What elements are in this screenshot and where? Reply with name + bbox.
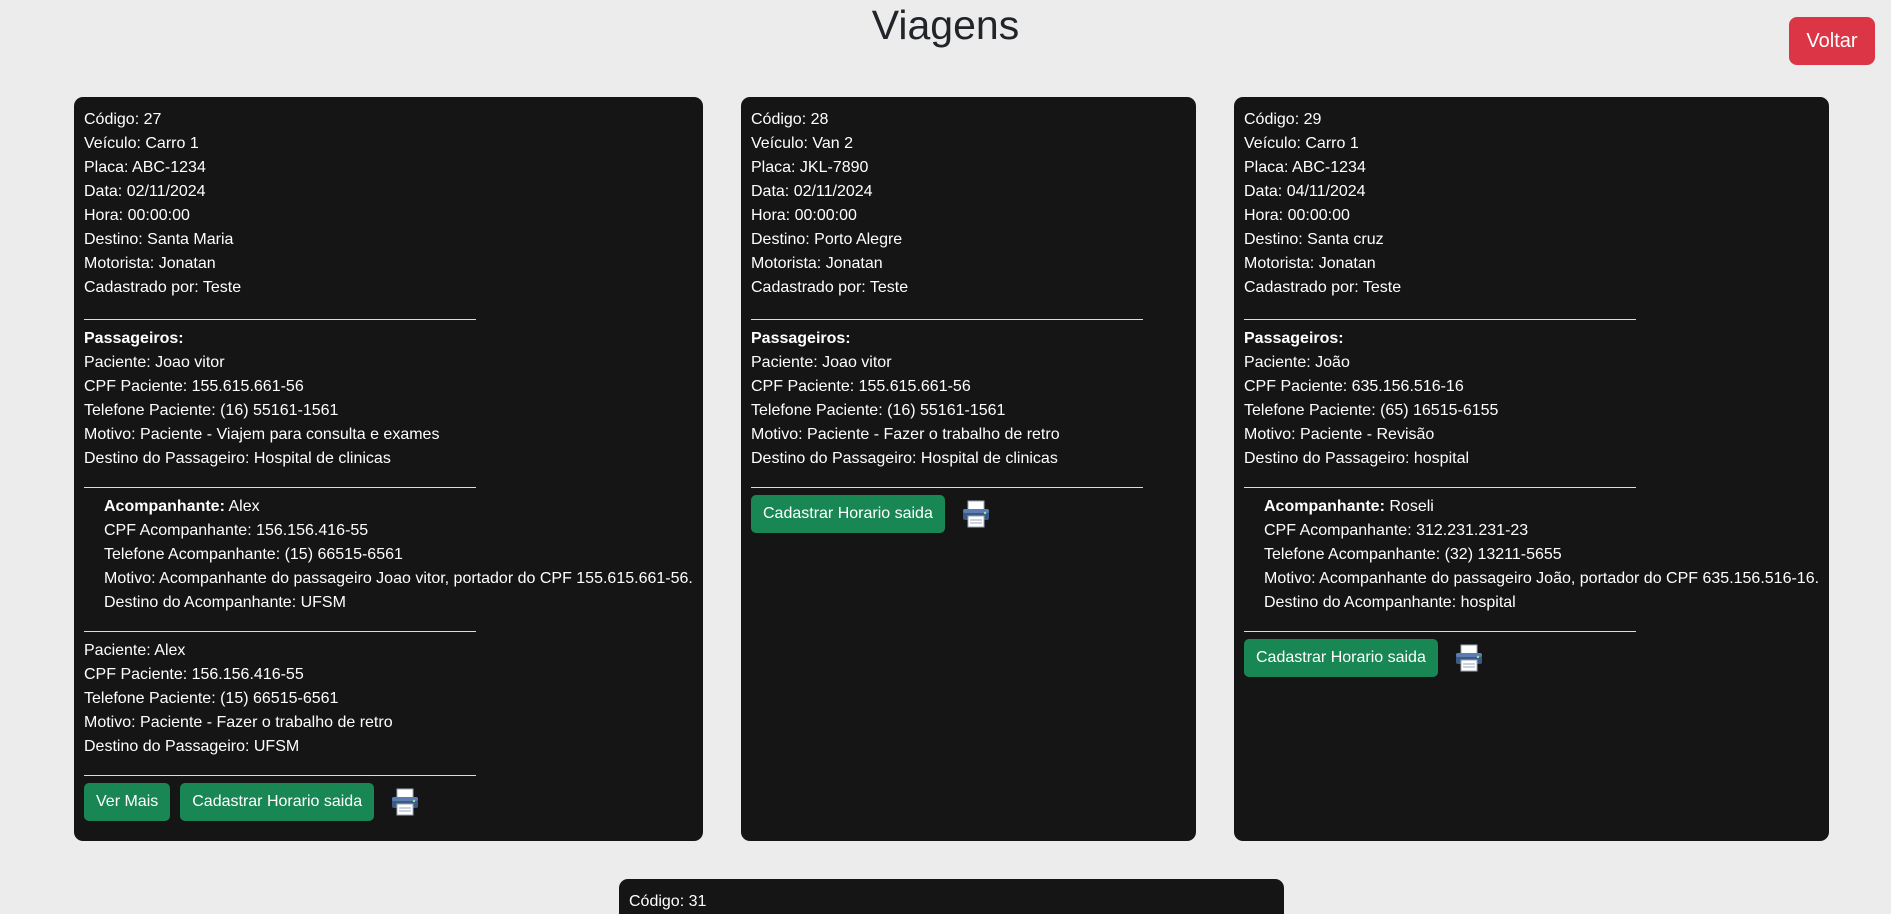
passageiros-heading: Passageiros: bbox=[751, 330, 851, 347]
printer-icon[interactable] bbox=[961, 500, 991, 528]
divider bbox=[84, 487, 476, 488]
paciente-motivo: Motivo: Paciente - Revisão bbox=[1244, 426, 1435, 443]
trip-cadastrado-por: Cadastrado por: Teste bbox=[1244, 279, 1402, 296]
cadastrar-horario-button[interactable]: Cadastrar Horario saida bbox=[751, 495, 945, 533]
paciente-destino: Destino do Passageiro: Hospital de clini… bbox=[84, 450, 391, 467]
trip-cadastrado-por: Cadastrado por: Teste bbox=[84, 279, 242, 296]
acompanhante-nome: Acompanhante: Alex bbox=[104, 498, 260, 515]
acompanhante-nome: Acompanhante: Roseli bbox=[1264, 498, 1434, 515]
trip-card: Código: 27 Veículo: Carro 1 Placa: ABC-1… bbox=[74, 97, 703, 841]
acompanhante-destino: Destino do Acompanhante: UFSM bbox=[104, 594, 346, 611]
paciente-nome: Paciente: Joao vitor bbox=[751, 354, 892, 371]
acompanhante-destino: Destino do Acompanhante: hospital bbox=[1264, 594, 1516, 611]
trip-data: Data: 02/11/2024 bbox=[751, 183, 873, 200]
divider bbox=[1244, 631, 1636, 632]
divider bbox=[751, 319, 1143, 320]
trip-veiculo: Veículo: Van 2 bbox=[751, 135, 853, 152]
trip-destino: Destino: Santa cruz bbox=[1244, 231, 1384, 248]
trip-hora: Hora: 00:00:00 bbox=[751, 207, 857, 224]
passageiros-heading: Passageiros: bbox=[84, 330, 184, 347]
acompanhante-block: Acompanhante: Roseli CPF Acompanhante: 3… bbox=[1244, 495, 1819, 615]
paciente-motivo: Motivo: Paciente - Fazer o trabalho de r… bbox=[84, 714, 393, 731]
trip-placa: Placa: ABC-1234 bbox=[1244, 159, 1366, 176]
page-title: Viagens bbox=[871, 2, 1020, 48]
paciente-nome: Paciente: Joao vitor bbox=[84, 354, 225, 371]
paciente-destino: Destino do Passageiro: hospital bbox=[1244, 450, 1470, 467]
paciente-nome: Paciente: João bbox=[1244, 354, 1350, 371]
trip-destino: Destino: Porto Alegre bbox=[751, 231, 903, 248]
paciente-cpf: CPF Paciente: 155.615.661-56 bbox=[84, 378, 304, 395]
cadastrar-horario-button[interactable]: Cadastrar Horario saida bbox=[1244, 639, 1438, 677]
trip-card: Código: 31 bbox=[619, 879, 1284, 914]
trip-destino: Destino: Santa Maria bbox=[84, 231, 234, 248]
paciente-nome: Paciente: Alex bbox=[84, 642, 186, 659]
trip-hora: Hora: 00:00:00 bbox=[84, 207, 190, 224]
trip-data: Data: 02/11/2024 bbox=[84, 183, 206, 200]
trip-cadastrado-por: Cadastrado por: Teste bbox=[751, 279, 909, 296]
trip-veiculo: Veículo: Carro 1 bbox=[1244, 135, 1359, 152]
trip-motorista: Motorista: Jonatan bbox=[84, 255, 216, 272]
acompanhante-motivo: Motivo: Acompanhante do passageiro João,… bbox=[1264, 570, 1820, 587]
acompanhante-cpf: CPF Acompanhante: 312.231.231-23 bbox=[1264, 522, 1529, 539]
trip-card: Código: 28 Veículo: Van 2 Placa: JKL-789… bbox=[741, 97, 1196, 841]
passageiros-heading: Passageiros: bbox=[1244, 330, 1344, 347]
divider bbox=[751, 487, 1143, 488]
trip-codigo: Código: 31 bbox=[629, 893, 707, 910]
paciente-telefone: Telefone Paciente: (65) 16515-6155 bbox=[1244, 402, 1499, 419]
acompanhante-block: Acompanhante: Alex CPF Acompanhante: 156… bbox=[84, 495, 693, 615]
paciente-telefone: Telefone Paciente: (16) 55161-1561 bbox=[751, 402, 1006, 419]
divider bbox=[84, 775, 476, 776]
paciente-cpf: CPF Paciente: 635.156.516-16 bbox=[1244, 378, 1464, 395]
acompanhante-telefone: Telefone Acompanhante: (32) 13211-5655 bbox=[1264, 546, 1562, 563]
ver-mais-button[interactable]: Ver Mais bbox=[84, 783, 171, 821]
acompanhante-cpf: CPF Acompanhante: 156.156.416-55 bbox=[104, 522, 369, 539]
trip-motorista: Motorista: Jonatan bbox=[1244, 255, 1376, 272]
trip-placa: Placa: ABC-1234 bbox=[84, 159, 206, 176]
paciente-cpf: CPF Paciente: 156.156.416-55 bbox=[84, 666, 304, 683]
card-actions: Ver Mais Cadastrar Horario saida bbox=[84, 783, 693, 821]
trip-codigo: Código: 29 bbox=[1244, 111, 1322, 128]
paciente-telefone: Telefone Paciente: (16) 55161-1561 bbox=[84, 402, 339, 419]
divider bbox=[84, 631, 476, 632]
back-button[interactable]: Voltar bbox=[1789, 17, 1875, 65]
paciente-cpf: CPF Paciente: 155.615.661-56 bbox=[751, 378, 971, 395]
trip-placa: Placa: JKL-7890 bbox=[751, 159, 869, 176]
divider bbox=[1244, 487, 1636, 488]
trip-card: Código: 29 Veículo: Carro 1 Placa: ABC-1… bbox=[1234, 97, 1829, 841]
paciente-destino: Destino do Passageiro: UFSM bbox=[84, 738, 300, 755]
trip-motorista: Motorista: Jonatan bbox=[751, 255, 883, 272]
paciente-motivo: Motivo: Paciente - Fazer o trabalho de r… bbox=[751, 426, 1060, 443]
printer-icon[interactable] bbox=[1454, 644, 1484, 672]
trip-codigo: Código: 27 bbox=[84, 111, 162, 128]
paciente-telefone: Telefone Paciente: (15) 66515-6561 bbox=[84, 690, 339, 707]
cadastrar-horario-button[interactable]: Cadastrar Horario saida bbox=[180, 783, 375, 821]
printer-icon[interactable] bbox=[390, 788, 420, 816]
paciente-motivo: Motivo: Paciente - Viajem para consulta … bbox=[84, 426, 440, 443]
divider bbox=[84, 319, 476, 320]
trip-hora: Hora: 00:00:00 bbox=[1244, 207, 1350, 224]
card-actions: Cadastrar Horario saida bbox=[1244, 639, 1819, 677]
paciente-destino: Destino do Passageiro: Hospital de clini… bbox=[751, 450, 1058, 467]
trip-codigo: Código: 28 bbox=[751, 111, 829, 128]
card-actions: Cadastrar Horario saida bbox=[751, 495, 1186, 533]
trip-data: Data: 04/11/2024 bbox=[1244, 183, 1366, 200]
acompanhante-telefone: Telefone Acompanhante: (15) 66515-6561 bbox=[104, 546, 403, 563]
acompanhante-motivo: Motivo: Acompanhante do passageiro Joao … bbox=[104, 570, 693, 587]
trip-veiculo: Veículo: Carro 1 bbox=[84, 135, 199, 152]
divider bbox=[1244, 319, 1636, 320]
